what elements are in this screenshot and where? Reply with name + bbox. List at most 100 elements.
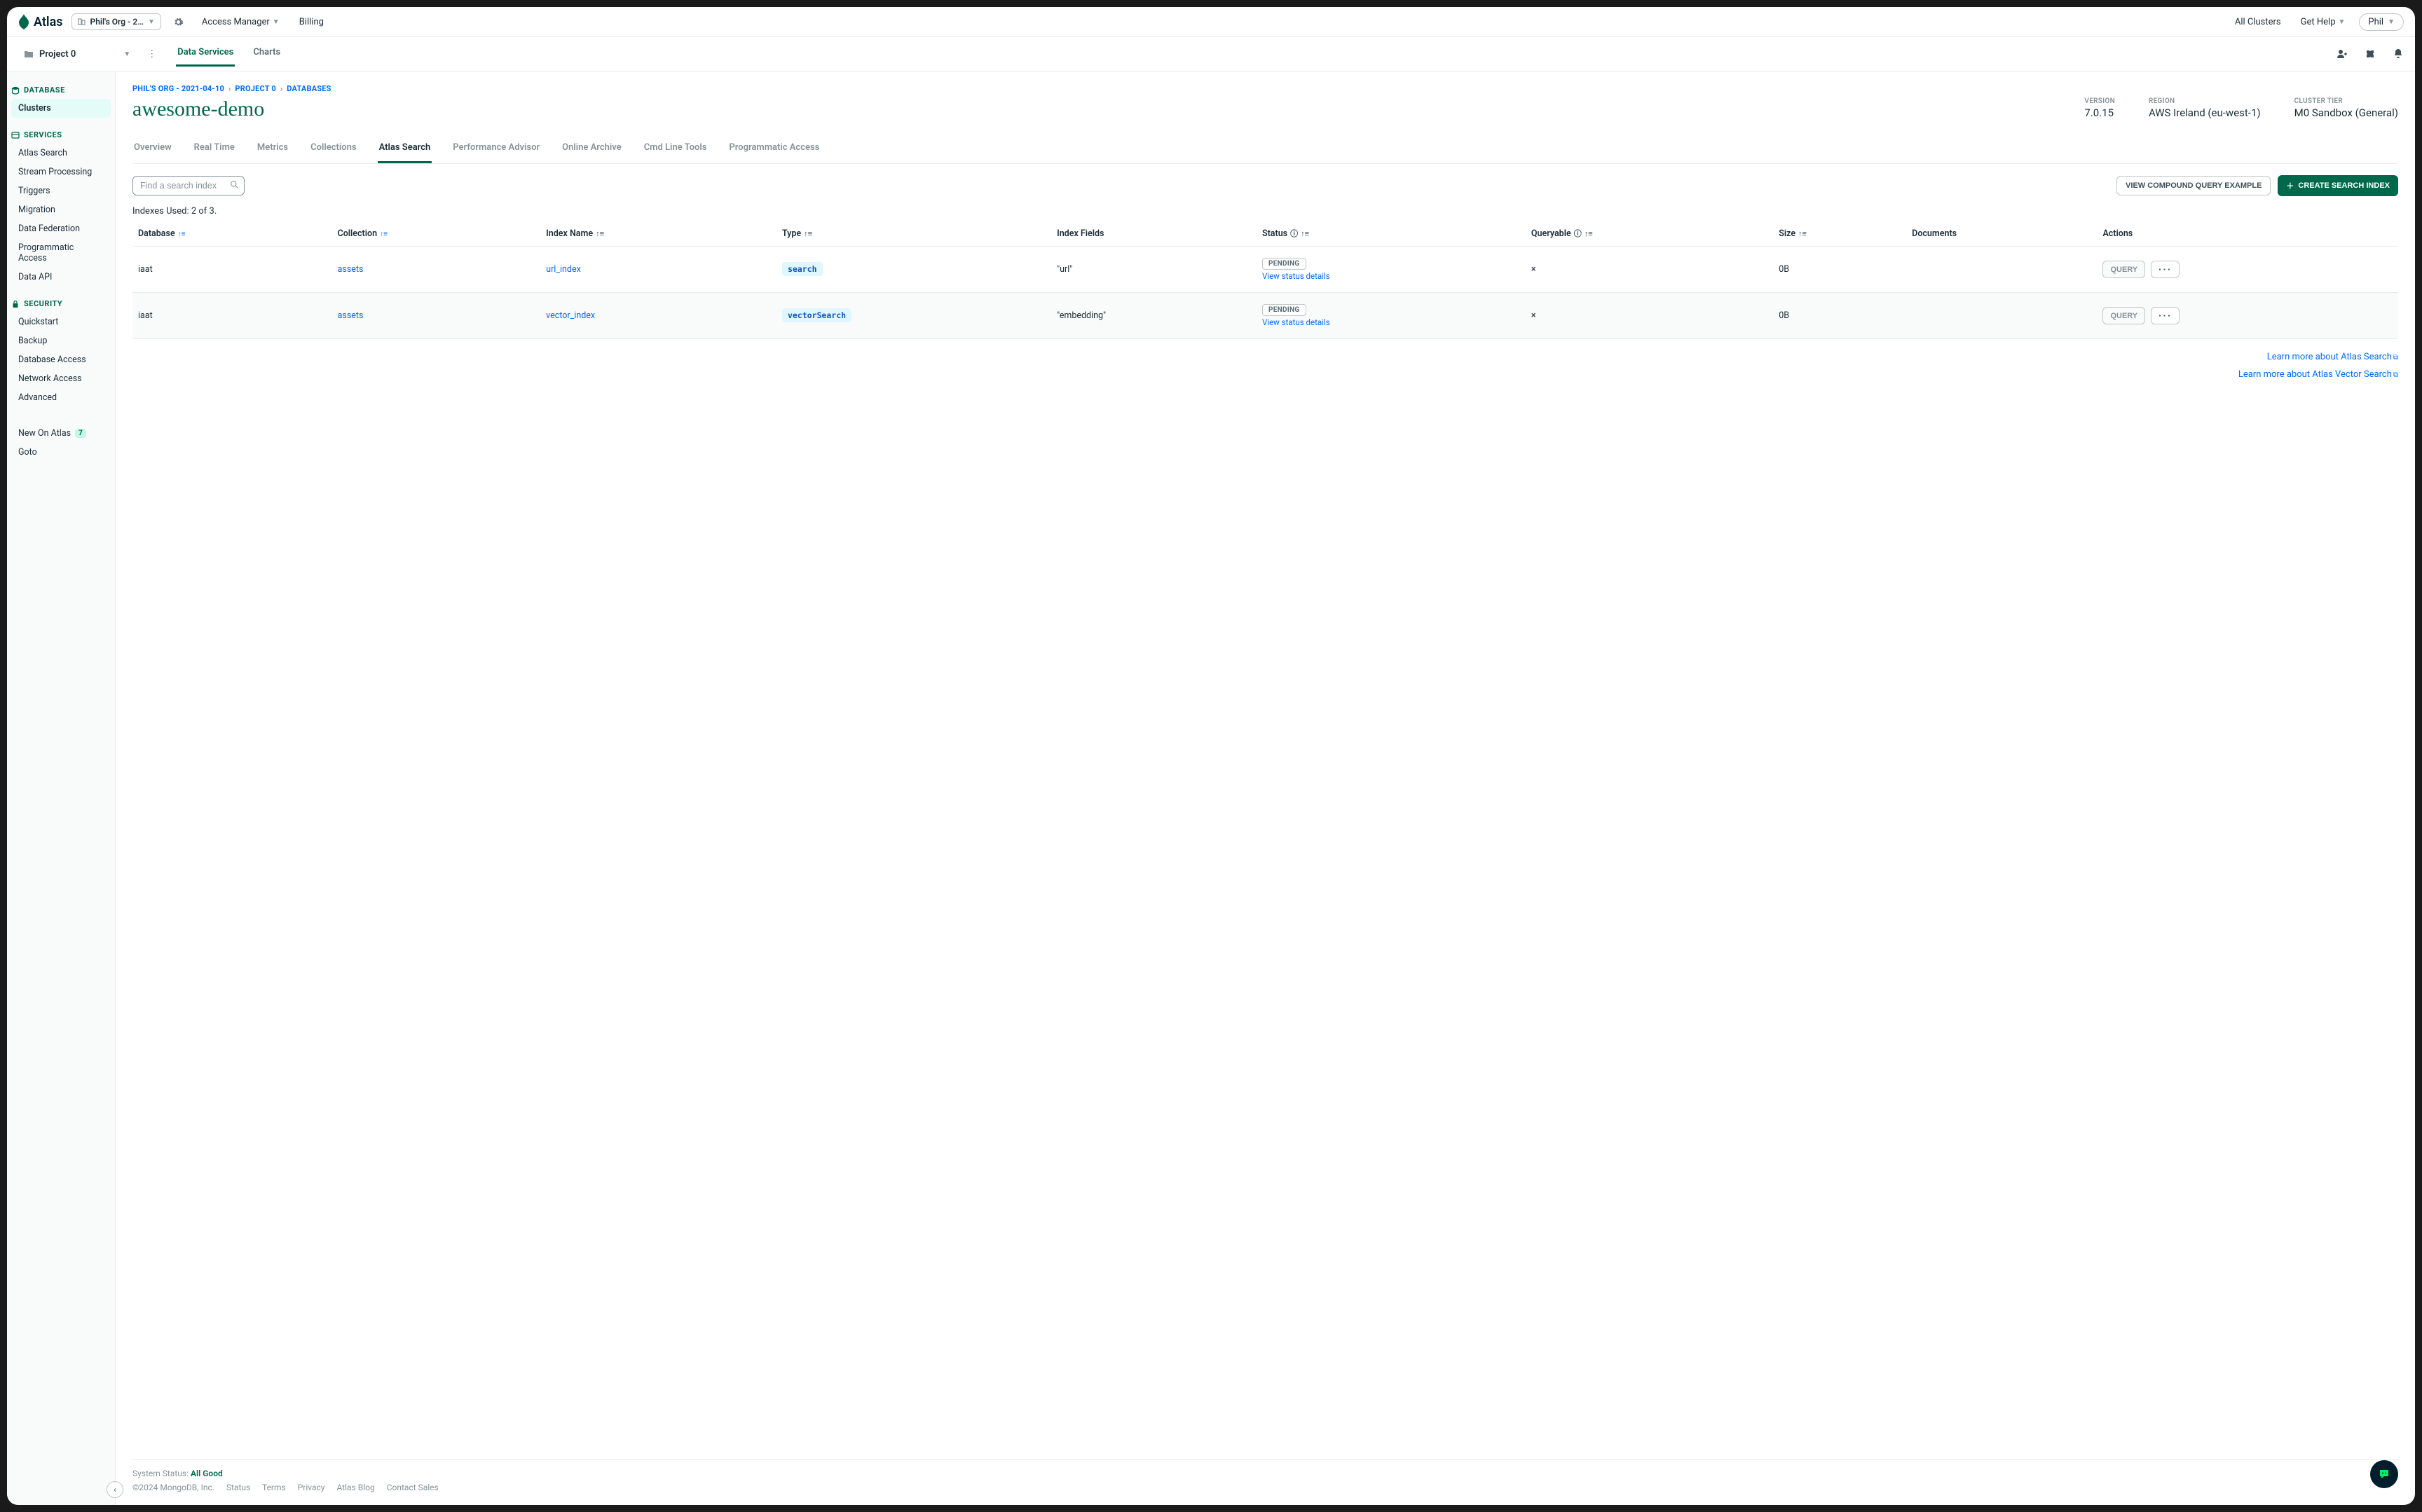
cell-size: 0B — [1773, 293, 1906, 339]
view-compound-query-button[interactable]: VIEW COMPOUND QUERY EXAMPLE — [2116, 176, 2271, 195]
sidebar-collapse-button[interactable]: ‹ — [107, 1481, 123, 1498]
chevron-down-icon: ▼ — [273, 18, 280, 26]
chat-fab-button[interactable] — [2370, 1460, 2398, 1488]
type-badge: search — [782, 262, 823, 276]
sidebar-item-clusters[interactable]: Clusters — [11, 99, 111, 118]
footer-privacy-link[interactable]: Privacy — [298, 1483, 325, 1492]
sidebar-item-atlas-search[interactable]: Atlas Search — [7, 144, 115, 163]
sort-icon: ↑≡ — [1585, 229, 1593, 238]
billing-link[interactable]: Billing — [294, 14, 329, 30]
footer: System Status: All Good ©2024 MongoDB, I… — [132, 1459, 2398, 1505]
sidebar-item-stream-processing[interactable]: Stream Processing — [7, 163, 115, 181]
activity-button[interactable] — [2365, 48, 2376, 60]
sort-icon: ↑≡ — [1798, 229, 1807, 238]
settings-gear-button[interactable] — [170, 13, 188, 31]
tab-online-archive[interactable]: Online Archive — [561, 135, 623, 163]
sort-icon: ↑≡ — [804, 229, 812, 238]
sidebar-item-backup[interactable]: Backup — [7, 331, 115, 350]
sidebar-item-triggers[interactable]: Triggers — [7, 181, 115, 200]
col-collection[interactable]: Collection↑≡ — [332, 221, 541, 247]
col-index-name[interactable]: Index Name↑≡ — [540, 221, 776, 247]
search-icon — [230, 180, 239, 189]
tab-perf-advisor[interactable]: Performance Advisor — [451, 135, 541, 163]
project-selector[interactable]: Project 0 ▼ — [18, 46, 136, 62]
tab-overview[interactable]: Overview — [132, 135, 173, 163]
user-menu[interactable]: Phil ▼ — [2359, 13, 2404, 31]
tab-metrics[interactable]: Metrics — [256, 135, 289, 163]
footer-terms-link[interactable]: Terms — [262, 1483, 286, 1492]
breadcrumb-section[interactable]: DATABASES — [287, 84, 331, 93]
footer-contact-link[interactable]: Contact Sales — [387, 1483, 439, 1492]
sidebar-item-migration[interactable]: Migration — [7, 200, 115, 219]
footer-blog-link[interactable]: Atlas Blog — [336, 1483, 374, 1492]
status-detail-link[interactable]: View status details — [1262, 317, 1520, 327]
col-size[interactable]: Size↑≡ — [1773, 221, 1906, 247]
sidebar-item-programmatic-access[interactable]: Programmatic Access — [7, 238, 115, 268]
section-tabs: Data Services Charts — [176, 41, 282, 67]
cell-index-name-link[interactable]: url_index — [546, 264, 581, 275]
cell-collection-link[interactable]: assets — [338, 264, 364, 275]
tab-prog-access[interactable]: Programmatic Access — [727, 135, 821, 163]
sidebar-item-database-access[interactable]: Database Access — [7, 350, 115, 369]
breadcrumb-org[interactable]: PHIL'S ORG - 2021-04-10 — [132, 84, 224, 93]
info-icon: ⓘ — [1574, 229, 1582, 238]
tab-data-services[interactable]: Data Services — [176, 41, 235, 67]
row-more-button[interactable]: ··· — [2151, 307, 2180, 324]
footer-status-link[interactable]: Status — [226, 1483, 250, 1492]
learn-vector-search-link[interactable]: Learn more about Atlas Vector Search⧉ — [2238, 369, 2398, 380]
database-icon — [11, 86, 20, 95]
plus-icon: ＋ — [2286, 180, 2294, 191]
status-detail-link[interactable]: View status details — [1262, 271, 1520, 281]
system-status-value[interactable]: All Good — [191, 1469, 223, 1478]
sidebar-item-goto[interactable]: Goto — [7, 443, 115, 462]
col-type[interactable]: Type↑≡ — [776, 221, 1051, 247]
org-selector[interactable]: Phil's Org - 2… ▼ — [71, 13, 161, 30]
create-search-index-button[interactable]: ＋ CREATE SEARCH INDEX — [2278, 175, 2398, 196]
tab-realtime[interactable]: Real Time — [193, 135, 236, 163]
sidebar-item-data-federation[interactable]: Data Federation — [7, 219, 115, 238]
chat-icon — [2378, 1468, 2390, 1480]
sidebar-item-advanced[interactable]: Advanced — [7, 388, 115, 407]
external-link-icon: ⧉ — [2393, 371, 2398, 379]
col-database[interactable]: Database↑≡ — [132, 221, 332, 247]
query-button[interactable]: QUERY — [2102, 307, 2145, 324]
cell-collection-link[interactable]: assets — [338, 310, 364, 321]
query-button[interactable]: QUERY — [2102, 261, 2145, 278]
sort-icon: ↑≡ — [596, 229, 604, 238]
footer-copyright: ©2024 MongoDB, Inc. — [132, 1483, 214, 1492]
tab-atlas-search[interactable]: Atlas Search — [378, 135, 432, 163]
status-badge: PENDING — [1262, 304, 1306, 316]
chevron-down-icon: ▼ — [2388, 18, 2395, 26]
tab-collections[interactable]: Collections — [309, 135, 357, 163]
row-more-button[interactable]: ··· — [2151, 261, 2180, 278]
cell-index-name-link[interactable]: vector_index — [546, 310, 595, 321]
folder-icon — [24, 50, 34, 58]
sidebar-item-quickstart[interactable]: Quickstart — [7, 312, 115, 331]
search-index-input-wrapper — [132, 176, 245, 195]
cell-database: iaat — [132, 293, 332, 339]
notifications-button[interactable] — [2393, 48, 2404, 60]
sidebar-item-new-on-atlas[interactable]: New On Atlas 7 — [7, 424, 115, 443]
col-actions: Actions — [2097, 221, 2398, 247]
sidebar-item-network-access[interactable]: Network Access — [7, 369, 115, 388]
person-plus-icon — [2337, 48, 2348, 60]
project-menu-button[interactable]: ⋮ — [143, 49, 160, 60]
all-clusters-link[interactable]: All Clusters — [2229, 14, 2287, 30]
access-manager-link[interactable]: Access Manager ▼ — [196, 14, 285, 30]
learn-atlas-search-link[interactable]: Learn more about Atlas Search⧉ — [2267, 352, 2398, 362]
search-index-input[interactable] — [132, 176, 245, 195]
puzzle-icon — [2365, 48, 2376, 60]
breadcrumb-project[interactable]: PROJECT 0 — [235, 84, 275, 93]
org-icon — [78, 18, 86, 26]
sidebar-item-data-api[interactable]: Data API — [7, 268, 115, 287]
get-help-link[interactable]: Get Help ▼ — [2295, 14, 2351, 30]
tab-charts[interactable]: Charts — [252, 41, 282, 67]
tab-cmd-line[interactable]: Cmd Line Tools — [643, 135, 709, 163]
bell-icon — [2393, 48, 2404, 60]
sidebar-heading-database: DATABASE — [7, 81, 115, 99]
col-status[interactable]: Statusⓘ↑≡ — [1257, 221, 1526, 247]
invite-user-button[interactable] — [2337, 48, 2348, 60]
table-row: iaat assets url_index search "url" PENDI… — [132, 247, 2398, 293]
col-queryable[interactable]: Queryableⓘ↑≡ — [1526, 221, 1773, 247]
not-queryable-icon: × — [1531, 310, 1536, 321]
